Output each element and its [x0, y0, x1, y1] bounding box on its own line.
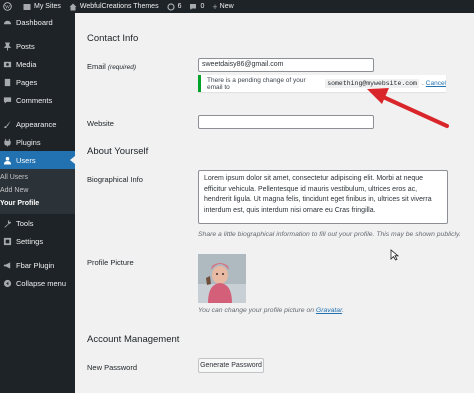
wordpress-icon: W — [3, 2, 12, 11]
brush-icon — [3, 120, 12, 129]
submenu-item-your-profile[interactable]: Your Profile — [0, 197, 75, 210]
users-icon — [3, 156, 12, 165]
sidebar-item-label: Plugins — [16, 137, 41, 147]
pin-icon — [3, 41, 12, 51]
plus-icon: + — [212, 1, 218, 12]
mouse-cursor-icon — [390, 249, 399, 261]
pending-email-value: something@mywebsite.com — [325, 79, 419, 88]
new-content-link[interactable]: + New — [212, 2, 233, 12]
cancel-pending-email-link[interactable]: Cancel — [426, 80, 446, 87]
megaphone-icon — [3, 261, 12, 270]
new-label: New — [219, 3, 234, 10]
collapse-icon — [3, 279, 12, 288]
wrench-icon — [3, 219, 12, 228]
profile-picture-label: Profile Picture — [87, 258, 134, 267]
website-label: Website — [87, 119, 114, 128]
admin-sidebar: Dashboard Posts Media Pages Comments App… — [0, 13, 75, 393]
sidebar-item-label: Collapse menu — [16, 278, 67, 288]
my-sites-label: My Sites — [34, 3, 61, 10]
sidebar-item-collapse-menu[interactable]: Collapse menu — [0, 274, 75, 292]
site-name-link[interactable]: WebfulCreations Themes — [69, 3, 159, 11]
sidebar-item-label: Users — [16, 155, 36, 165]
sidebar-item-label: Comments — [16, 95, 53, 105]
sidebar-item-users[interactable]: Users — [0, 151, 75, 169]
settings-icon — [3, 237, 12, 246]
sidebar-item-dashboard[interactable]: Dashboard — [0, 13, 75, 31]
pending-email-notice: There is a pending change of your email … — [198, 75, 446, 92]
sidebar-item-plugins[interactable]: Plugins — [0, 133, 75, 151]
picture-desc-suffix: . — [342, 307, 344, 314]
picture-desc-text: You can change your profile picture on — [198, 307, 315, 314]
gravatar-link[interactable]: Gravatar — [316, 307, 342, 314]
sidebar-item-posts[interactable]: Posts — [0, 37, 75, 55]
sidebar-item-label: Posts — [16, 41, 35, 51]
sidebar-item-tools[interactable]: Tools — [0, 214, 75, 232]
sidebar-item-settings[interactable]: Settings — [0, 232, 75, 250]
sidebar-item-label: Media — [16, 59, 37, 69]
sidebar-item-label: Pages — [16, 77, 38, 87]
sidebar-item-media[interactable]: Media — [0, 55, 75, 73]
notice-period: . — [421, 80, 424, 87]
comments-count: 0 — [200, 3, 205, 10]
sidebar-item-pages[interactable]: Pages — [0, 73, 75, 91]
sidebar-item-label: Dashboard — [16, 17, 53, 27]
biographical-info-description: Share a little biographical information … — [198, 231, 461, 238]
updates-link[interactable]: 6 — [166, 2, 182, 11]
contact-info-heading: Contact Info — [87, 33, 139, 44]
generate-password-button[interactable]: Generate Password — [198, 358, 264, 373]
biographical-info-textarea[interactable]: Lorem ipsum dolor sit amet, consectetur … — [198, 170, 448, 224]
notice-text: There is a pending change of your email … — [207, 76, 306, 91]
account-management-heading: Account Management — [87, 334, 180, 345]
sites-icon — [23, 3, 31, 10]
email-field[interactable]: sweetdaisy86@gmail.com — [198, 58, 374, 72]
updates-count: 6 — [177, 3, 182, 10]
sidebar-item-comments[interactable]: Comments — [0, 91, 75, 109]
comment-icon — [3, 96, 12, 105]
email-required-text: (required) — [107, 64, 137, 71]
website-field[interactable] — [198, 115, 374, 129]
sidebar-item-label: Appearance — [16, 119, 57, 129]
users-submenu: All Users Add New Your Profile — [0, 169, 75, 214]
home-icon — [69, 3, 77, 10]
profile-main: Contact Info Email (required) sweetdaisy… — [75, 13, 474, 393]
sidebar-item-fbar-plugin[interactable]: Fbar Plugin — [0, 256, 75, 274]
submenu-item-all-users[interactable]: All Users — [0, 171, 75, 184]
profile-avatar — [198, 254, 246, 303]
sidebar-item-label: Settings — [16, 236, 44, 246]
profile-picture-description: You can change your profile picture on G… — [198, 307, 344, 314]
sidebar-item-appearance[interactable]: Appearance — [0, 115, 75, 133]
email-label: Email (required) — [87, 62, 136, 71]
email-label-text: Email — [87, 62, 106, 71]
submenu-item-add-new[interactable]: Add New — [0, 184, 75, 197]
about-yourself-heading: About Yourself — [87, 146, 149, 157]
sidebar-item-label: Fbar Plugin — [16, 260, 55, 270]
admin-bar: W My Sites WebfulCreations Themes 6 0 + … — [0, 0, 474, 13]
sidebar-item-label: Tools — [16, 218, 34, 228]
comment-bubble-icon — [190, 3, 197, 10]
biographical-info-label: Biographical Info — [87, 175, 143, 184]
updates-icon — [166, 2, 175, 11]
my-sites-link[interactable]: My Sites — [23, 3, 61, 11]
site-name-label: WebfulCreations Themes — [79, 3, 159, 10]
wordpress-logo[interactable]: W — [3, 2, 15, 11]
media-icon — [3, 60, 12, 69]
comments-link[interactable]: 0 — [189, 3, 204, 11]
page-icon — [3, 78, 12, 87]
plugin-icon — [3, 138, 12, 147]
dashboard-icon — [3, 18, 12, 27]
new-password-label: New Password — [87, 363, 138, 372]
